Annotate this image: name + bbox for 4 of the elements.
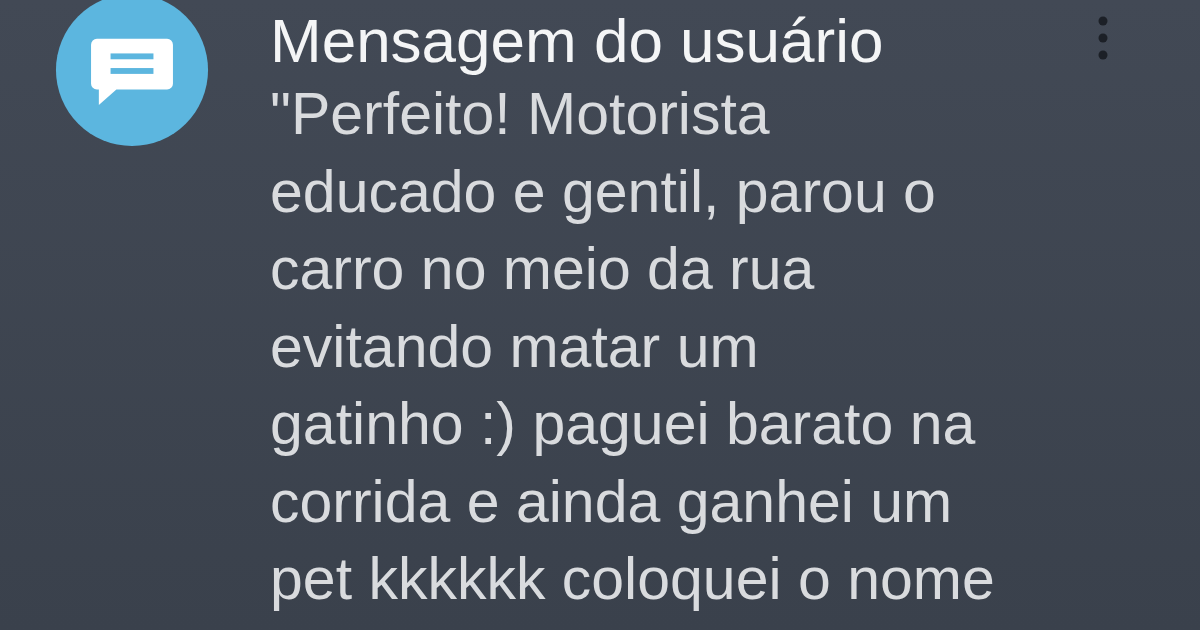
more-options-icon[interactable] xyxy=(1098,16,1108,60)
message-icon xyxy=(54,0,210,148)
message-text: "Perfeito! Motorista educado e gentil, parou o carro no meio da rua evitando matar um gatinho :) paguei barato na corrida e ainda ganhei um pet kkkkkk coloquei o nome xyxy=(270,80,996,614)
notification-title: Mensagem do usuário xyxy=(270,8,884,74)
